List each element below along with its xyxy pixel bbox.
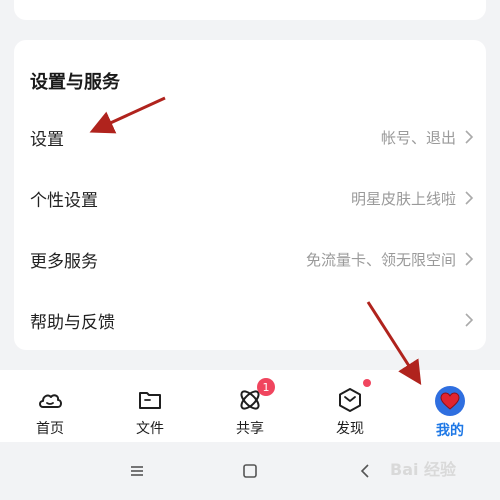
share-badge: 1 (257, 378, 275, 396)
tab-discover[interactable]: 发现 (300, 370, 400, 442)
tab-share[interactable]: 1 共享 (200, 370, 300, 442)
row-label: 个性设置 (30, 190, 98, 211)
bottom-tab-bar: 首页 文件 1 共享 发现 我的 (0, 370, 500, 442)
chevron-right-icon (465, 130, 474, 144)
avatar (435, 386, 465, 416)
watermark: Bai 经验 (390, 460, 457, 479)
chevron-right-icon (465, 313, 474, 327)
section-title: 设置与服务 (30, 72, 120, 93)
row-label: 更多服务 (30, 251, 98, 272)
row-personalization[interactable]: 个性设置 明星皮肤上线啦 (14, 170, 486, 226)
row-hint: 明星皮肤上线啦 (350, 189, 456, 208)
row-label: 设置 (30, 129, 64, 150)
folder-icon (139, 392, 161, 409)
top-card (14, 0, 486, 20)
home-square-icon[interactable] (241, 462, 259, 480)
chevron-right-icon (465, 252, 474, 266)
tab-home[interactable]: 首页 (0, 370, 100, 442)
tab-label: 首页 (36, 421, 64, 437)
tab-label: 文件 (136, 421, 164, 437)
row-settings[interactable]: 设置 帐号、退出 (14, 109, 486, 165)
tab-label: 共享 (236, 421, 264, 437)
settings-services-card: 设置与服务 设置 帐号、退出 个性设置 明星皮肤上线啦 更多服务 免流量卡、领无… (14, 40, 486, 350)
chevron-right-icon (465, 191, 474, 205)
discover-notification-dot (363, 379, 371, 387)
discover-hexagon-icon (339, 388, 361, 412)
row-label: 帮助与反馈 (30, 312, 115, 333)
heart-icon (440, 392, 460, 410)
tab-label: 发现 (336, 421, 364, 437)
menu-icon[interactable] (128, 462, 146, 480)
tab-files[interactable]: 文件 (100, 370, 200, 442)
back-icon[interactable] (356, 462, 374, 480)
tab-mine[interactable]: 我的 (400, 370, 500, 442)
row-help-feedback[interactable]: 帮助与反馈 (14, 292, 486, 348)
row-more-services[interactable]: 更多服务 免流量卡、领无限空间 (14, 231, 486, 287)
tab-label: 我的 (436, 423, 464, 439)
cloud-icon (39, 394, 62, 408)
row-hint: 帐号、退出 (380, 128, 456, 147)
row-hint: 免流量卡、领无限空间 (305, 250, 456, 269)
